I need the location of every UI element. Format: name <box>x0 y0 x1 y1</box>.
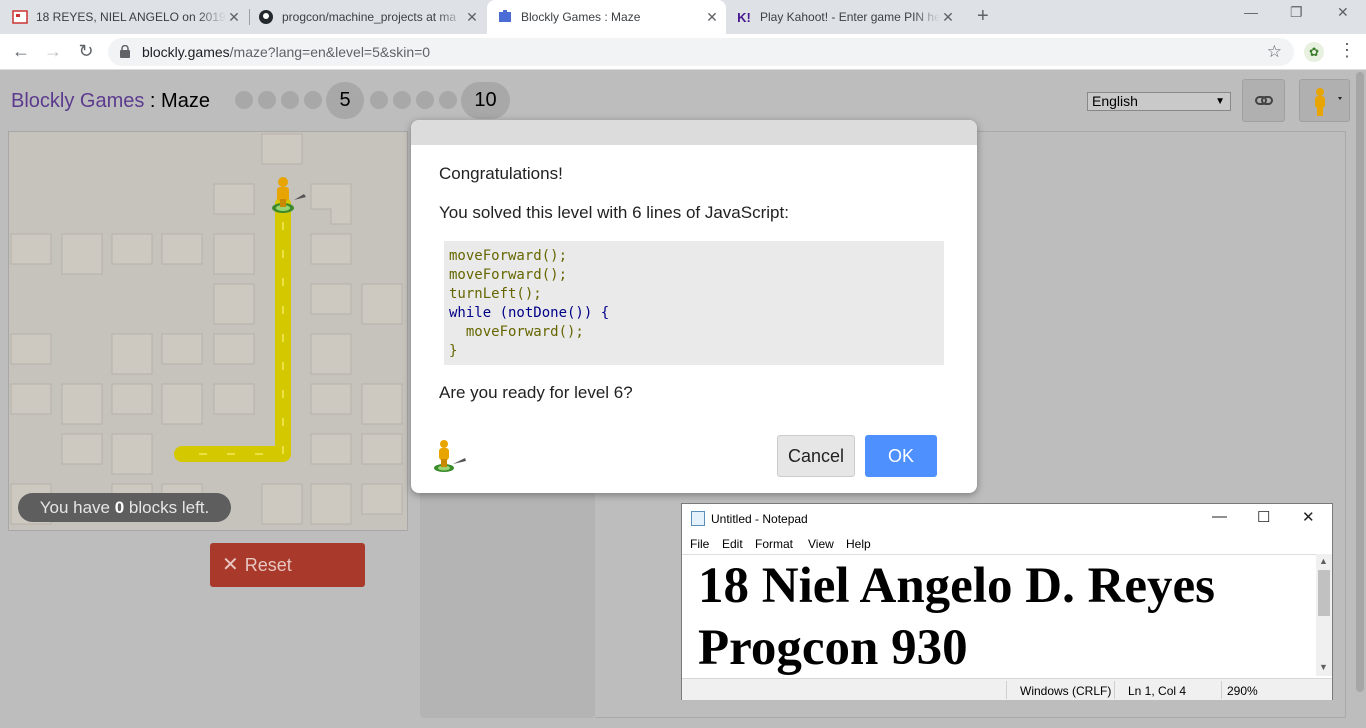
level-dot[interactable] <box>304 91 322 109</box>
status-cursor-position: Ln 1, Col 4 <box>1128 684 1187 698</box>
lock-icon <box>120 45 130 58</box>
close-window-icon[interactable]: ✕ <box>1337 4 1349 21</box>
menu-view[interactable]: View <box>808 537 834 551</box>
level-dot[interactable] <box>393 91 411 109</box>
bookmark-star-icon[interactable]: ☆ <box>1267 38 1282 66</box>
code-line: moveForward(); <box>449 267 568 283</box>
ok-button[interactable]: OK <box>865 435 937 477</box>
browser-menu-icon[interactable]: ⋮ <box>1338 40 1356 61</box>
tab-kahoot[interactable]: K! Play Kahoot! - Enter game PIN he ✕ <box>736 0 962 34</box>
level-dot[interactable] <box>370 91 388 109</box>
menu-edit[interactable]: Edit <box>722 537 743 551</box>
page-scrollbar[interactable] <box>1354 70 1366 728</box>
dialog-question-text: Are you ready for level 6? <box>439 383 633 402</box>
kahoot-icon: K! <box>737 9 751 25</box>
code-line: turnLeft(); <box>449 286 542 302</box>
url-text: blockly.games/maze?lang=en&level=5&skin=… <box>142 44 431 60</box>
address-bar[interactable]: blockly.games/maze?lang=en&level=5&skin=… <box>108 38 1294 66</box>
code-line: moveForward(); <box>449 248 568 264</box>
tab-close-icon[interactable]: ✕ <box>226 9 242 26</box>
scroll-up-icon[interactable]: ▲ <box>1319 556 1328 566</box>
code-line: while (notDone()) { <box>449 305 610 321</box>
maze-board <box>8 131 408 531</box>
notepad-statusbar: Windows (CRLF) Ln 1, Col 4 290% <box>682 678 1332 700</box>
notepad-icon <box>691 511 705 526</box>
menu-file[interactable]: File <box>690 537 709 551</box>
status-line-endings: Windows (CRLF) <box>1020 684 1112 698</box>
notepad-menubar: File Edit Format View Help <box>682 534 1332 554</box>
last-level-indicator[interactable]: 10 <box>461 82 510 119</box>
cancel-button[interactable]: Cancel <box>777 435 855 477</box>
dialog-header <box>411 120 977 145</box>
minimize-icon[interactable]: — <box>1212 508 1227 525</box>
browser-toolbar: ← → ↻ blockly.games/maze?lang=en&level=5… <box>0 34 1366 70</box>
text-line: Progcon 930 <box>698 620 968 676</box>
tab-close-icon[interactable]: ✕ <box>940 9 956 26</box>
generated-code-block: moveForward(); moveForward(); turnLeft(); w… <box>444 241 944 365</box>
menu-format[interactable]: Format <box>755 537 793 551</box>
pegman-icon <box>1315 88 1342 116</box>
link-button[interactable] <box>1242 79 1285 122</box>
link-icon <box>1255 96 1273 105</box>
page-title: Blockly Games : Maze <box>11 90 210 112</box>
minimize-icon[interactable]: — <box>1244 4 1258 20</box>
blocks-left-badge: You have 0 blocks left. <box>18 493 231 522</box>
blockly-icon <box>497 9 513 25</box>
restore-icon[interactable]: ❐ <box>1290 4 1303 21</box>
browser-tab-strip: 18 REYES, NIEL ANGELO on 2019 ✕ progcon/… <box>0 0 1366 34</box>
text-line: 18 Niel Angelo D. Reyes <box>698 558 1216 614</box>
level-dot[interactable] <box>235 91 253 109</box>
new-tab-button[interactable]: + <box>977 5 997 28</box>
level-dot[interactable] <box>439 91 457 109</box>
scroll-down-icon[interactable]: ▼ <box>1319 662 1328 672</box>
level-dot[interactable] <box>416 91 434 109</box>
google-classroom-icon <box>12 9 28 25</box>
status-zoom: 290% <box>1227 684 1258 698</box>
maze-drawing <box>10 133 403 525</box>
pegman-icon <box>434 440 466 472</box>
pegman-character <box>272 177 306 213</box>
language-select[interactable]: English ▼ <box>1087 92 1231 111</box>
tab-github[interactable]: progcon/machine_projects at ma ✕ <box>258 0 486 34</box>
notepad-title: Untitled - Notepad <box>711 512 808 526</box>
notepad-titlebar: Untitled - Notepad — ☐ ✕ <box>682 504 1332 534</box>
dialog-solved-text: You solved this level with 6 lines of Ja… <box>439 203 789 222</box>
scrollbar-thumb[interactable] <box>1318 570 1330 616</box>
tab-classroom[interactable]: 18 REYES, NIEL ANGELO on 2019 ✕ <box>12 0 248 34</box>
level-dot[interactable] <box>258 91 276 109</box>
close-x-icon: ✕ <box>222 554 239 576</box>
level-complete-dialog: Congratulations! You solved this level w… <box>411 120 977 493</box>
notepad-vertical-scrollbar[interactable]: ▲ ▼ <box>1316 554 1332 676</box>
status-divider <box>1006 681 1007 699</box>
dropdown-arrow-icon: ▼ <box>1215 96 1225 107</box>
forward-arrow-icon[interactable]: → <box>42 41 64 62</box>
tab-blockly-maze[interactable]: Blockly Games : Maze ✕ <box>487 0 726 34</box>
tab-divider <box>249 9 250 25</box>
scrollbar-thumb[interactable] <box>1356 72 1364 692</box>
github-icon <box>258 9 274 25</box>
close-icon[interactable]: ✕ <box>1302 508 1315 526</box>
status-divider <box>1114 681 1115 699</box>
status-divider <box>1221 681 1222 699</box>
pegman-skin-button[interactable] <box>1299 79 1350 122</box>
reset-button[interactable]: ✕ Reset <box>210 543 365 587</box>
current-level-indicator[interactable]: 5 <box>326 82 364 119</box>
code-line: moveForward(); <box>449 324 584 340</box>
tab-close-icon[interactable]: ✕ <box>464 9 480 26</box>
maximize-icon[interactable]: ☐ <box>1257 508 1270 526</box>
tab-close-icon[interactable]: ✕ <box>704 9 720 26</box>
reload-icon[interactable]: ↻ <box>75 41 97 62</box>
dialog-congrats-text: Congratulations! <box>439 164 563 183</box>
code-line: } <box>449 343 458 359</box>
profile-avatar-icon[interactable]: ✿ <box>1304 42 1324 62</box>
notepad-text-area[interactable]: 18 Niel Angelo D. Reyes Progcon 930 <box>682 554 1316 676</box>
notepad-window: Untitled - Notepad — ☐ ✕ File Edit Forma… <box>681 503 1333 700</box>
app-name-link[interactable]: Blockly Games <box>11 90 144 112</box>
menu-help[interactable]: Help <box>846 537 871 551</box>
back-arrow-icon[interactable]: ← <box>10 41 32 62</box>
level-dot[interactable] <box>281 91 299 109</box>
